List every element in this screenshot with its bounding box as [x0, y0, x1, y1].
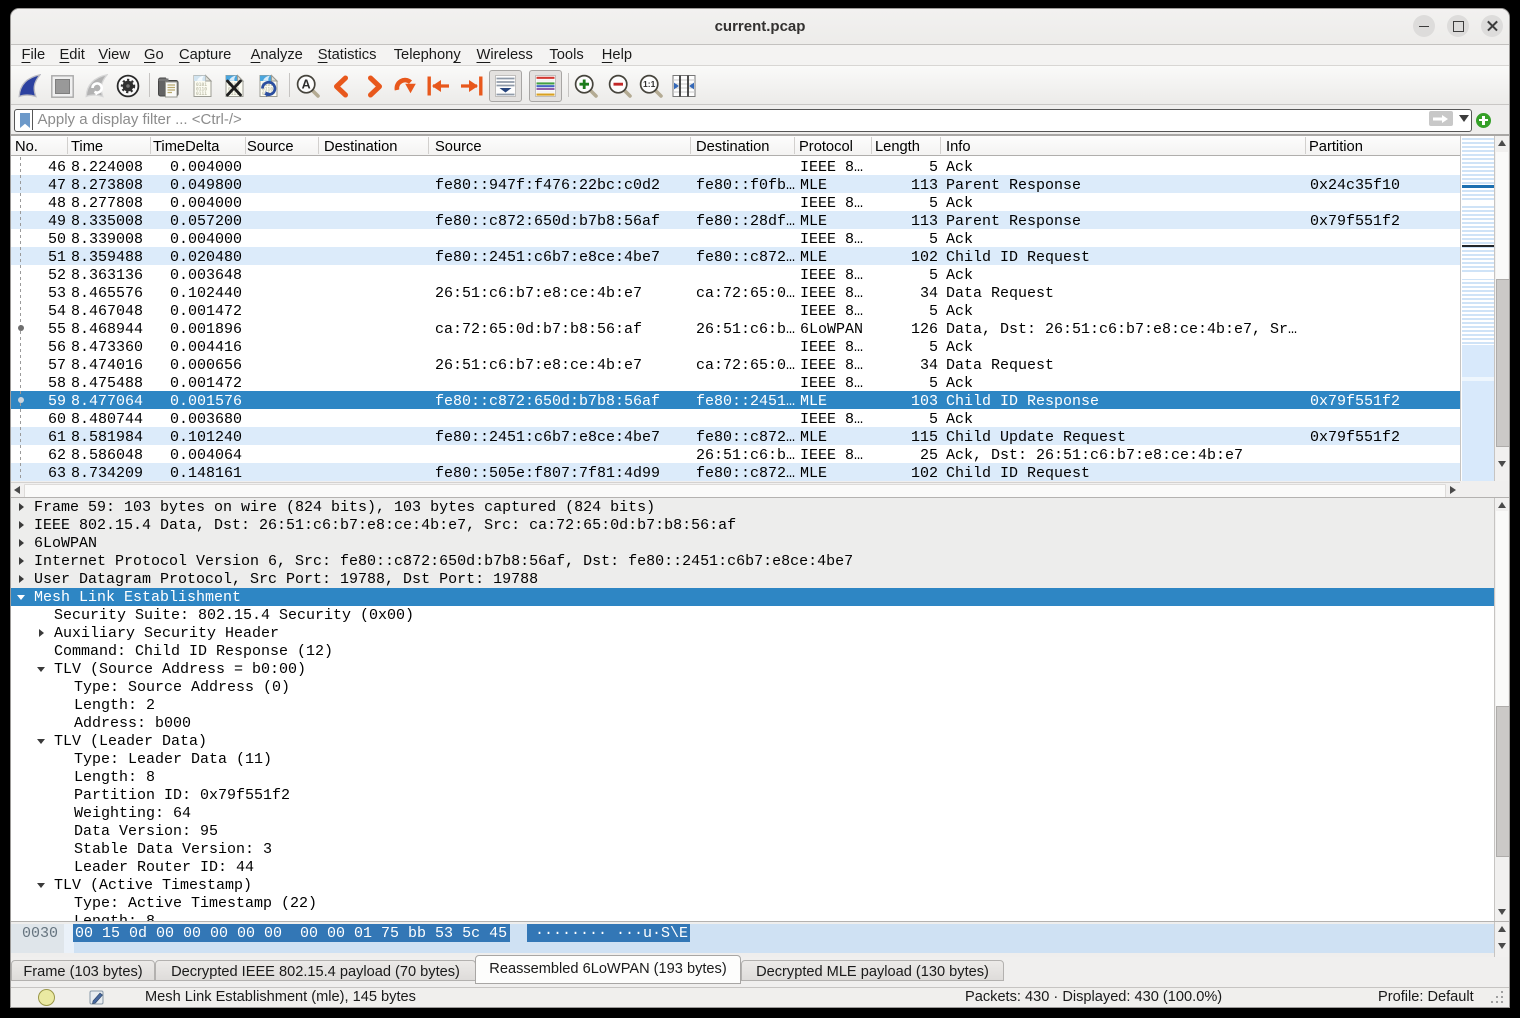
svg-text:1:1: 1:1	[643, 79, 656, 89]
svg-text:A: A	[301, 78, 310, 92]
svg-text:0111: 0111	[196, 91, 207, 97]
